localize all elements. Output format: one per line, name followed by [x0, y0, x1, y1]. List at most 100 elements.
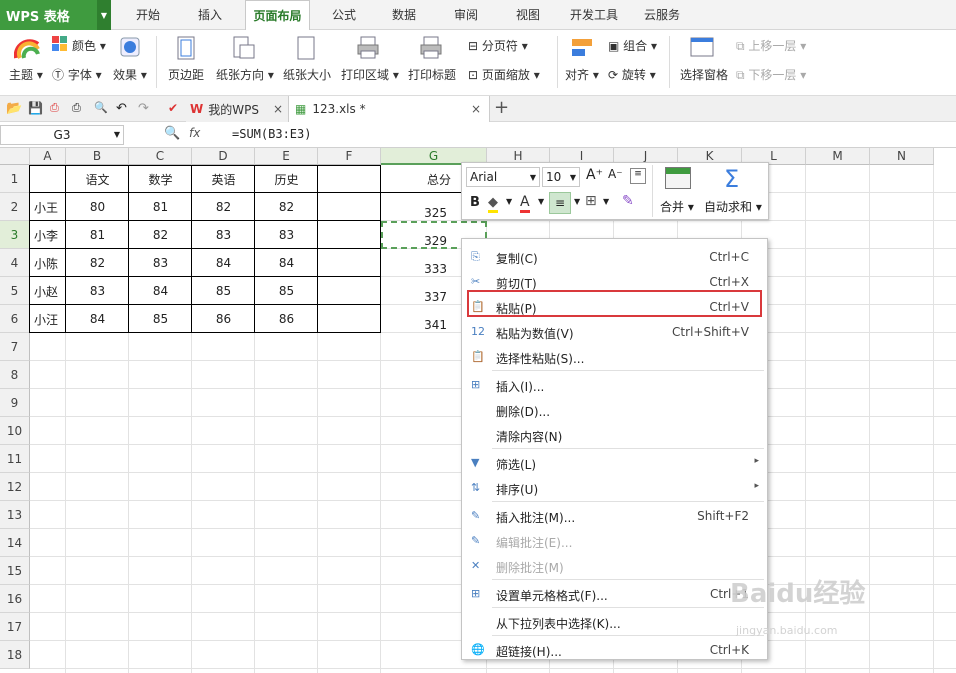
merge-button[interactable]: 合并 ▾ — [660, 198, 694, 215]
score-cell[interactable]: 84 — [66, 305, 129, 333]
tab-formulas[interactable]: 公式 — [318, 0, 370, 30]
name-cell[interactable]: 小李 — [30, 221, 66, 249]
new-tab-icon[interactable]: + — [494, 97, 509, 118]
margins-button[interactable]: 页边距 — [168, 66, 204, 83]
tab-view[interactable]: 视图 — [502, 0, 554, 30]
row-header-18[interactable]: 18 — [0, 641, 30, 669]
score-cell[interactable]: 82 — [192, 193, 255, 221]
total-cell[interactable]: 337 — [381, 283, 461, 311]
center-align-icon[interactable]: ≡ — [549, 192, 571, 214]
theme-button[interactable]: 主题 ▾ — [9, 66, 43, 83]
row-header-7[interactable]: 7 — [0, 333, 30, 361]
score-cell[interactable]: 85 — [129, 305, 192, 333]
font-theme-button[interactable]: Ⓣ 字体 ▾ — [52, 66, 102, 83]
close-icon[interactable]: × — [471, 102, 481, 116]
name-cell[interactable]: 小王 — [30, 193, 66, 221]
zoom-icon[interactable]: 🔍 — [164, 126, 180, 141]
save-icon[interactable]: 💾 — [28, 101, 43, 115]
orientation-button[interactable]: 纸张方向 ▾ — [216, 66, 274, 83]
row-header-5[interactable]: 5 — [0, 277, 30, 305]
colors-button[interactable]: 颜色 ▾ — [72, 37, 106, 54]
column-header-d[interactable]: D — [192, 148, 255, 165]
menu-item-15[interactable]: 🌐 超链接(H)... Ctrl+K — [462, 638, 767, 662]
score-cell[interactable]: 81 — [66, 221, 129, 249]
tab-review[interactable]: 审阅 — [440, 0, 492, 30]
menu-item-3[interactable]: 12 粘贴为数值(V) Ctrl+Shift+V — [462, 320, 767, 344]
open-folder-icon[interactable]: 📂 — [6, 101, 22, 116]
column-header-n[interactable]: N — [870, 148, 934, 165]
score-cell[interactable]: 84 — [192, 249, 255, 277]
export-pdf-icon[interactable]: ⎙ — [50, 101, 64, 115]
corner-select-all[interactable] — [0, 148, 30, 165]
score-cell[interactable]: 83 — [66, 277, 129, 305]
row-header-13[interactable]: 13 — [0, 501, 30, 529]
score-cell[interactable]: 80 — [66, 193, 129, 221]
menu-item-10[interactable]: ✎ 插入批注(M)... Shift+F2 — [462, 504, 767, 528]
tab-insert[interactable]: 插入 — [184, 0, 236, 30]
app-menu-button[interactable]: WPS 表格 ▼ — [0, 0, 111, 30]
table-header[interactable]: 历史 — [255, 165, 318, 193]
tab-developer[interactable]: 开发工具 — [562, 0, 626, 30]
font-size-select[interactable]: 10 ▼ — [542, 167, 580, 187]
name-cell[interactable]: 小陈 — [30, 249, 66, 277]
total-cell[interactable]: 333 — [381, 255, 461, 283]
menu-item-4[interactable]: 📋 选择性粘贴(S)... — [462, 345, 767, 369]
chevron-down-icon[interactable]: ▼ — [538, 197, 544, 206]
menu-item-9[interactable]: ⇅ 排序(U) ▸ — [462, 476, 767, 500]
column-header-a[interactable]: A — [30, 148, 66, 165]
menu-item-13[interactable]: ⊞ 设置单元格格式(F)... Ctrl+1 — [462, 582, 767, 606]
row-header-4[interactable]: 4 — [0, 249, 30, 277]
row-header-2[interactable]: 2 — [0, 193, 30, 221]
autosum-button[interactable]: 自动求和 ▾ — [704, 198, 762, 215]
column-header-c[interactable]: C — [129, 148, 192, 165]
score-cell[interactable]: 82 — [255, 193, 318, 221]
tab-cloud[interactable]: 云服务 — [636, 0, 688, 30]
row-header-8[interactable]: 8 — [0, 361, 30, 389]
tab-start[interactable]: 开始 — [122, 0, 174, 30]
table-header[interactable]: 英语 — [192, 165, 255, 193]
score-cell[interactable]: 82 — [129, 221, 192, 249]
score-cell[interactable]: 83 — [129, 249, 192, 277]
row-header-6[interactable]: 6 — [0, 305, 30, 333]
row-header-17[interactable]: 17 — [0, 613, 30, 641]
font-name-select[interactable]: Arial ▼ — [466, 167, 540, 187]
doctab-file[interactable]: ▦ 123.xls * × — [288, 96, 490, 122]
row-header-1[interactable]: 1 — [0, 165, 30, 193]
row-header-15[interactable]: 15 — [0, 557, 30, 585]
decrease-font-icon[interactable]: A⁻ — [608, 167, 623, 181]
menu-item-7[interactable]: 清除内容(N) — [462, 423, 767, 447]
undo-icon[interactable]: ↶ — [116, 101, 130, 116]
column-header-e[interactable]: E — [255, 148, 318, 165]
row-header-12[interactable]: 12 — [0, 473, 30, 501]
tab-data[interactable]: 数据 — [378, 0, 430, 30]
function-icon[interactable]: fx — [189, 126, 200, 140]
score-cell[interactable]: 83 — [255, 221, 318, 249]
table-header[interactable]: 数学 — [129, 165, 192, 193]
print-area-button[interactable]: 打印区域 ▾ — [341, 66, 399, 83]
menu-item-5[interactable]: ⊞ 插入(I)... — [462, 373, 767, 397]
menu-item-11[interactable]: ✎ 编辑批注(E)... — [462, 529, 767, 553]
score-cell[interactable]: 84 — [129, 277, 192, 305]
increase-font-icon[interactable]: A⁺ — [586, 167, 603, 183]
row-header-9[interactable]: 9 — [0, 389, 30, 417]
score-cell[interactable]: 84 — [255, 249, 318, 277]
name-box[interactable]: G3 ▼ — [0, 125, 124, 145]
bold-button[interactable]: B — [470, 195, 480, 210]
selection-pane-button[interactable]: 选择窗格 — [680, 66, 728, 83]
print-preview-icon[interactable]: 🔍 — [94, 101, 108, 115]
page-zoom-button[interactable]: ⊡ 页面缩放 ▾ — [468, 66, 540, 83]
row-header-10[interactable]: 10 — [0, 417, 30, 445]
column-header-b[interactable]: B — [66, 148, 129, 165]
chevron-down-icon[interactable]: ▼ — [97, 0, 111, 30]
name-cell[interactable]: 小赵 — [30, 277, 66, 305]
chevron-down-icon[interactable]: ▼ — [603, 197, 609, 206]
doctab-mywps[interactable]: W 我的WPS × — [186, 96, 288, 122]
redo-icon[interactable]: ↷ — [138, 101, 152, 116]
effects-button[interactable]: 效果 ▾ — [113, 66, 147, 83]
menu-item-14[interactable]: 从下拉列表中选择(K)... — [462, 610, 767, 634]
paper-size-button[interactable]: 纸张大小 — [283, 66, 331, 83]
row-header-14[interactable]: 14 — [0, 529, 30, 557]
score-cell[interactable]: 82 — [66, 249, 129, 277]
group-button[interactable]: ▣ 组合 ▾ — [608, 37, 657, 54]
tab-page-layout[interactable]: 页面布局 — [245, 0, 310, 31]
